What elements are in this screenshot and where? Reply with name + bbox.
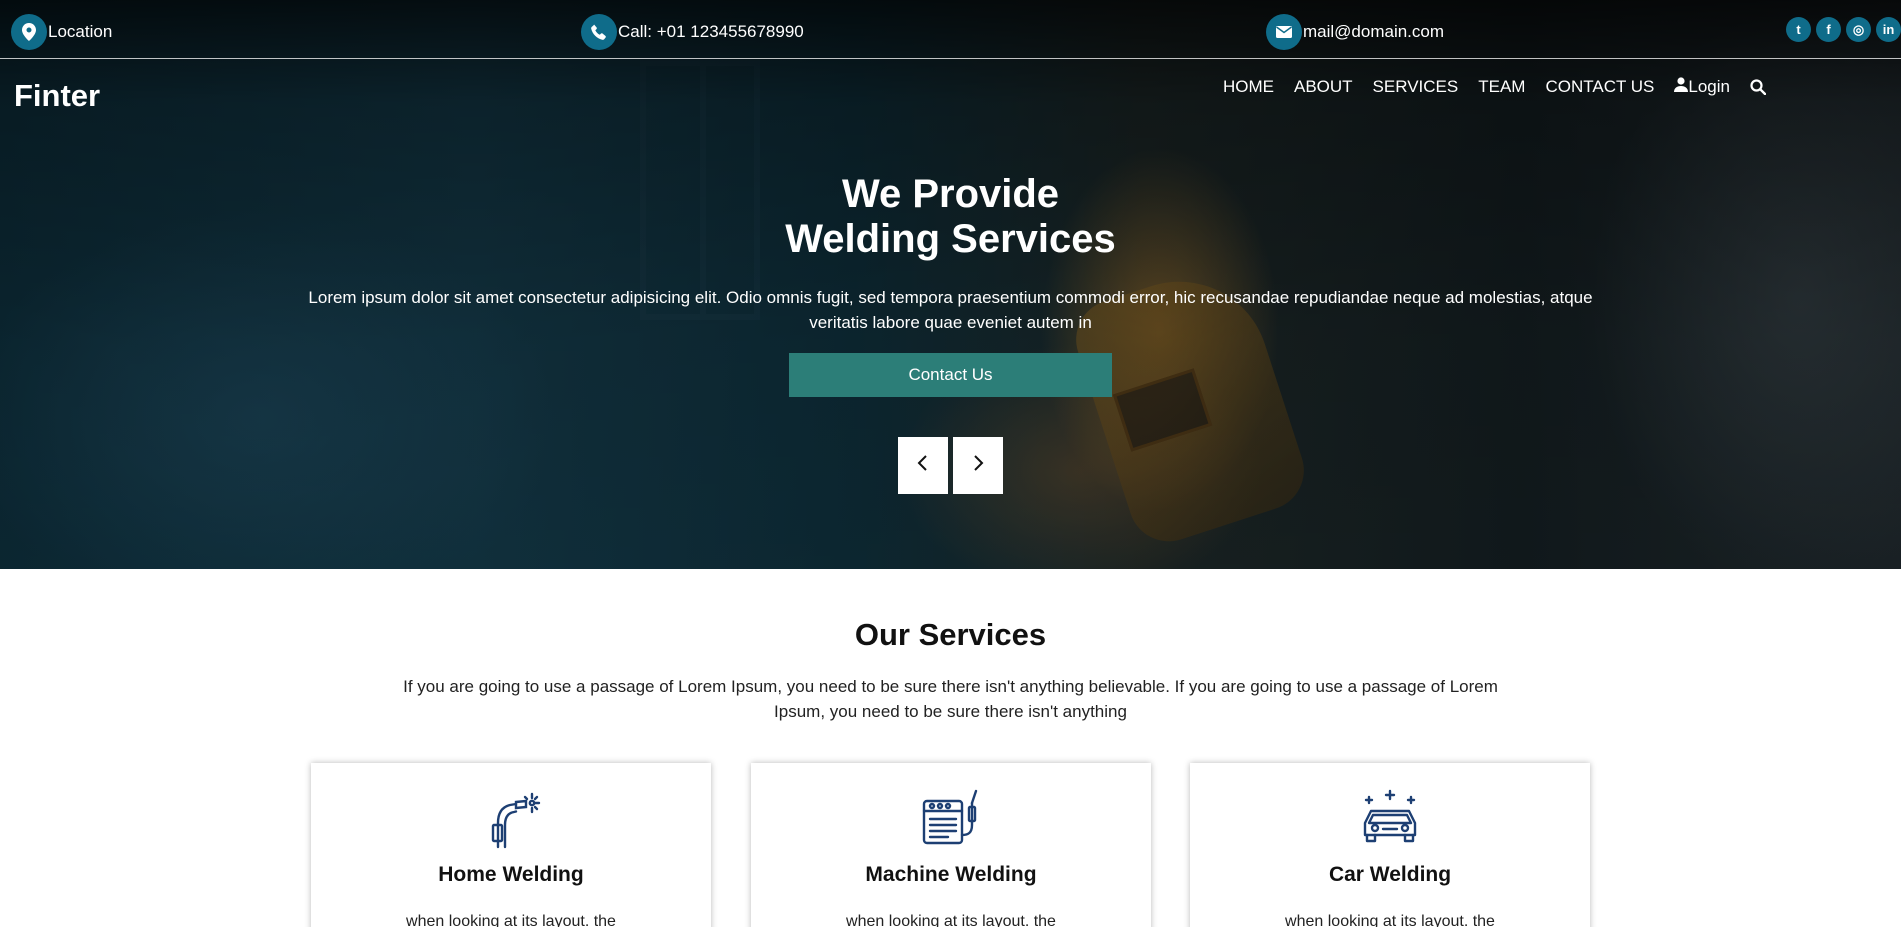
carousel-next-button[interactable] xyxy=(953,437,1003,494)
email-info[interactable]: mail@domain.com xyxy=(1266,14,1444,50)
carousel-prev-button[interactable] xyxy=(898,437,948,494)
main-nav: HOME ABOUT SERVICES TEAM CONTACT US Logi… xyxy=(1223,77,1766,97)
car-icon xyxy=(1357,785,1423,851)
phone-info[interactable]: Call: +01 123455678990 xyxy=(581,14,804,50)
login-label: Login xyxy=(1688,77,1730,96)
nav-contact-us[interactable]: CONTACT US xyxy=(1545,77,1654,97)
hero-title: We Provide Welding Services xyxy=(0,172,1901,262)
phone-icon xyxy=(581,14,617,50)
brand-logo[interactable]: Finter xyxy=(14,78,100,114)
location-info[interactable]: Location xyxy=(11,14,112,50)
map-pin-icon xyxy=(11,14,47,50)
chevron-left-icon xyxy=(917,455,929,476)
nav-home[interactable]: HOME xyxy=(1223,77,1274,97)
service-card-home-welding[interactable]: Home Welding when looking at its layout.… xyxy=(311,763,711,927)
facebook-icon[interactable]: f xyxy=(1816,17,1841,42)
login-link[interactable]: Login xyxy=(1674,77,1730,97)
nav-services[interactable]: SERVICES xyxy=(1373,77,1459,97)
email-text: mail@domain.com xyxy=(1303,22,1445,41)
services-heading: Our Services xyxy=(854,617,1047,652)
service-card-machine-welding[interactable]: Machine Welding when looking at its layo… xyxy=(751,763,1151,927)
hero-section: Location Call: +01 123455678990 mail@dom… xyxy=(0,0,1901,569)
hero-title-line1: We Provide xyxy=(841,172,1060,216)
twitter-icon[interactable]: t xyxy=(1786,17,1811,42)
contact-us-button[interactable]: Contact Us xyxy=(789,353,1112,397)
card-title: Machine Welding xyxy=(865,863,1037,886)
card-title: Home Welding xyxy=(438,863,584,886)
card-text: when looking at its layout. the xyxy=(406,913,616,927)
phone-text: Call: +01 123455678990 xyxy=(618,22,804,41)
search-icon[interactable] xyxy=(1750,79,1766,95)
social-links: t f ◎ in xyxy=(1786,17,1901,42)
hero-title-line2: Welding Services xyxy=(785,217,1116,261)
services-description: If you are going to use a passage of Lor… xyxy=(403,677,1498,721)
hero-description: Lorem ipsum dolor sit amet consectetur a… xyxy=(308,288,1593,332)
location-text: Location xyxy=(48,22,113,41)
envelope-icon xyxy=(1266,14,1302,50)
linkedin-icon[interactable]: in xyxy=(1876,17,1901,42)
nav-team[interactable]: TEAM xyxy=(1478,77,1525,97)
card-text: when looking at its layout. the xyxy=(846,913,1056,927)
welding-torch-icon xyxy=(478,785,544,851)
service-card-car-welding[interactable]: Car Welding when looking at its layout. … xyxy=(1190,763,1590,927)
chevron-right-icon xyxy=(972,455,984,476)
card-title: Car Welding xyxy=(1328,863,1452,886)
top-info-bar: Location Call: +01 123455678990 mail@dom… xyxy=(0,0,1901,59)
card-text: when looking at its layout. the xyxy=(1285,913,1495,927)
nav-about[interactable]: ABOUT xyxy=(1294,77,1353,97)
instagram-icon[interactable]: ◎ xyxy=(1846,17,1871,42)
welding-machine-icon xyxy=(918,785,984,851)
user-icon xyxy=(1674,77,1689,97)
